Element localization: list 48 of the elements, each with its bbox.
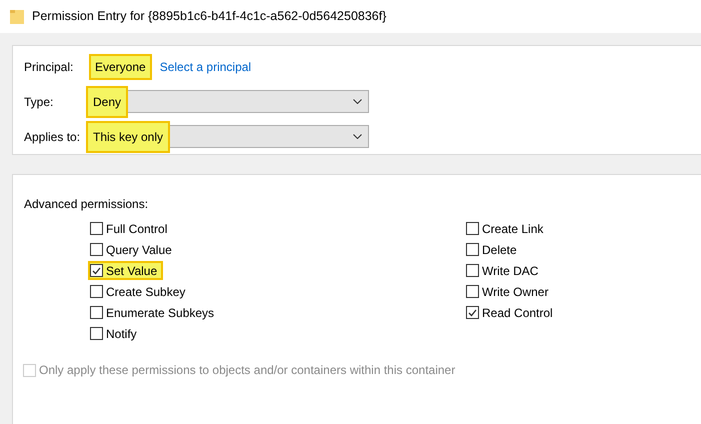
permission-label: Notify [106,326,137,342]
folder-icon [10,8,24,24]
permission-label: Set Value [106,262,158,280]
principal-value: Everyone [91,56,150,78]
checkbox[interactable] [466,285,479,298]
principal-label: Principal: [24,59,74,76]
checkbox[interactable] [466,264,479,277]
permission-option[interactable]: Query Value [90,242,176,257]
only-apply-label: Only apply these permissions to objects and/or containers within this container [39,362,456,379]
permission-label: Enumerate Subkeys [106,304,214,322]
select-principal-link[interactable]: Select a principal [160,58,252,76]
advanced-heading: Advanced permissions: [24,196,150,213]
permission-option[interactable]: Set Value [90,263,162,278]
chevron-down-icon [353,99,362,104]
dropdown-value: Deny [88,88,126,116]
dropdown-value: This key only [88,122,168,150]
permission-option[interactable]: Create Subkey [90,284,190,299]
checkbox[interactable] [90,306,103,319]
permission-label: Read Control [482,304,553,322]
check-icon [468,308,477,316]
checkbox[interactable] [90,285,103,298]
checkbox[interactable] [90,264,103,277]
permission-option[interactable]: Notify [90,326,141,341]
checkbox[interactable] [90,222,103,235]
permission-option[interactable]: Delete [466,242,521,257]
permission-option[interactable]: Write DAC [466,263,542,278]
permission-label: Create Subkey [106,284,186,300]
checkbox[interactable] [466,306,479,319]
permission-label: Delete [482,242,517,258]
chevron-down-icon [353,134,362,139]
field-label: Type: [24,94,54,110]
permission-option[interactable]: Read Control [466,305,557,320]
window-title: Permission Entry for {8895b1c6-b41f-4c1c-a562-0d564250836f} [32,8,386,26]
permission-label: Query Value [106,242,172,258]
permission-option[interactable]: Write Owner [466,284,552,299]
permission-option[interactable]: Full Control [90,221,172,236]
permission-label: Full Control [106,220,168,238]
permission-label: Create Link [482,220,544,238]
permission-label: Write Owner [482,284,548,300]
permission-option[interactable]: Enumerate Subkeys [90,305,218,320]
permission-label: Write DAC [482,262,538,280]
permission-option[interactable]: Create Link [466,221,548,236]
checkbox[interactable] [90,243,103,256]
field-label: Applies to: [24,128,82,146]
checkbox[interactable] [90,327,103,340]
check-icon [92,266,101,274]
checkbox[interactable] [466,222,479,235]
checkbox[interactable] [466,243,479,256]
